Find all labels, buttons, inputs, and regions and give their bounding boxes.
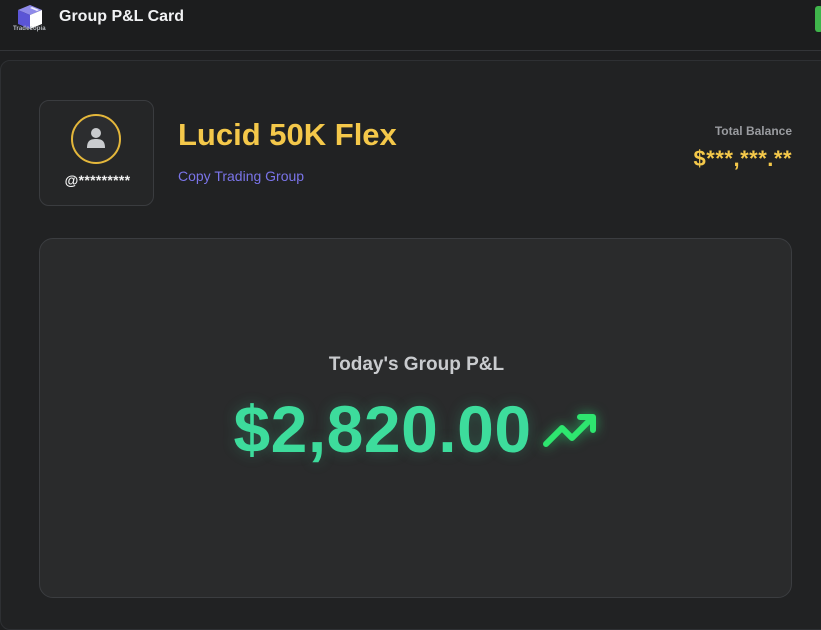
pnl-row: $2,820.00 <box>40 389 793 469</box>
trending-up-icon <box>542 414 596 447</box>
page-title: Group P&L Card <box>59 8 185 25</box>
pnl-value: $2,820.00 <box>233 392 532 466</box>
pnl-panel: Today's Group P&L $2,820.00 <box>39 238 792 598</box>
status-indicator <box>815 6 821 32</box>
username: @********* <box>64 172 131 188</box>
group-type-label: Copy Trading Group <box>178 168 305 184</box>
user-icon <box>87 128 105 148</box>
balance-label: Total Balance <box>714 124 792 138</box>
pnl-label: Today's Group P&L <box>328 354 505 375</box>
profile-box: @********* <box>39 100 154 206</box>
top-bar: Tradecopia Group P&L Card <box>0 0 821 51</box>
avatar <box>71 114 121 164</box>
balance-value: $***,***.** <box>693 146 792 171</box>
logo-caption: Tradecopia <box>13 26 46 32</box>
group-name: Lucid 50K Flex <box>178 117 397 152</box>
